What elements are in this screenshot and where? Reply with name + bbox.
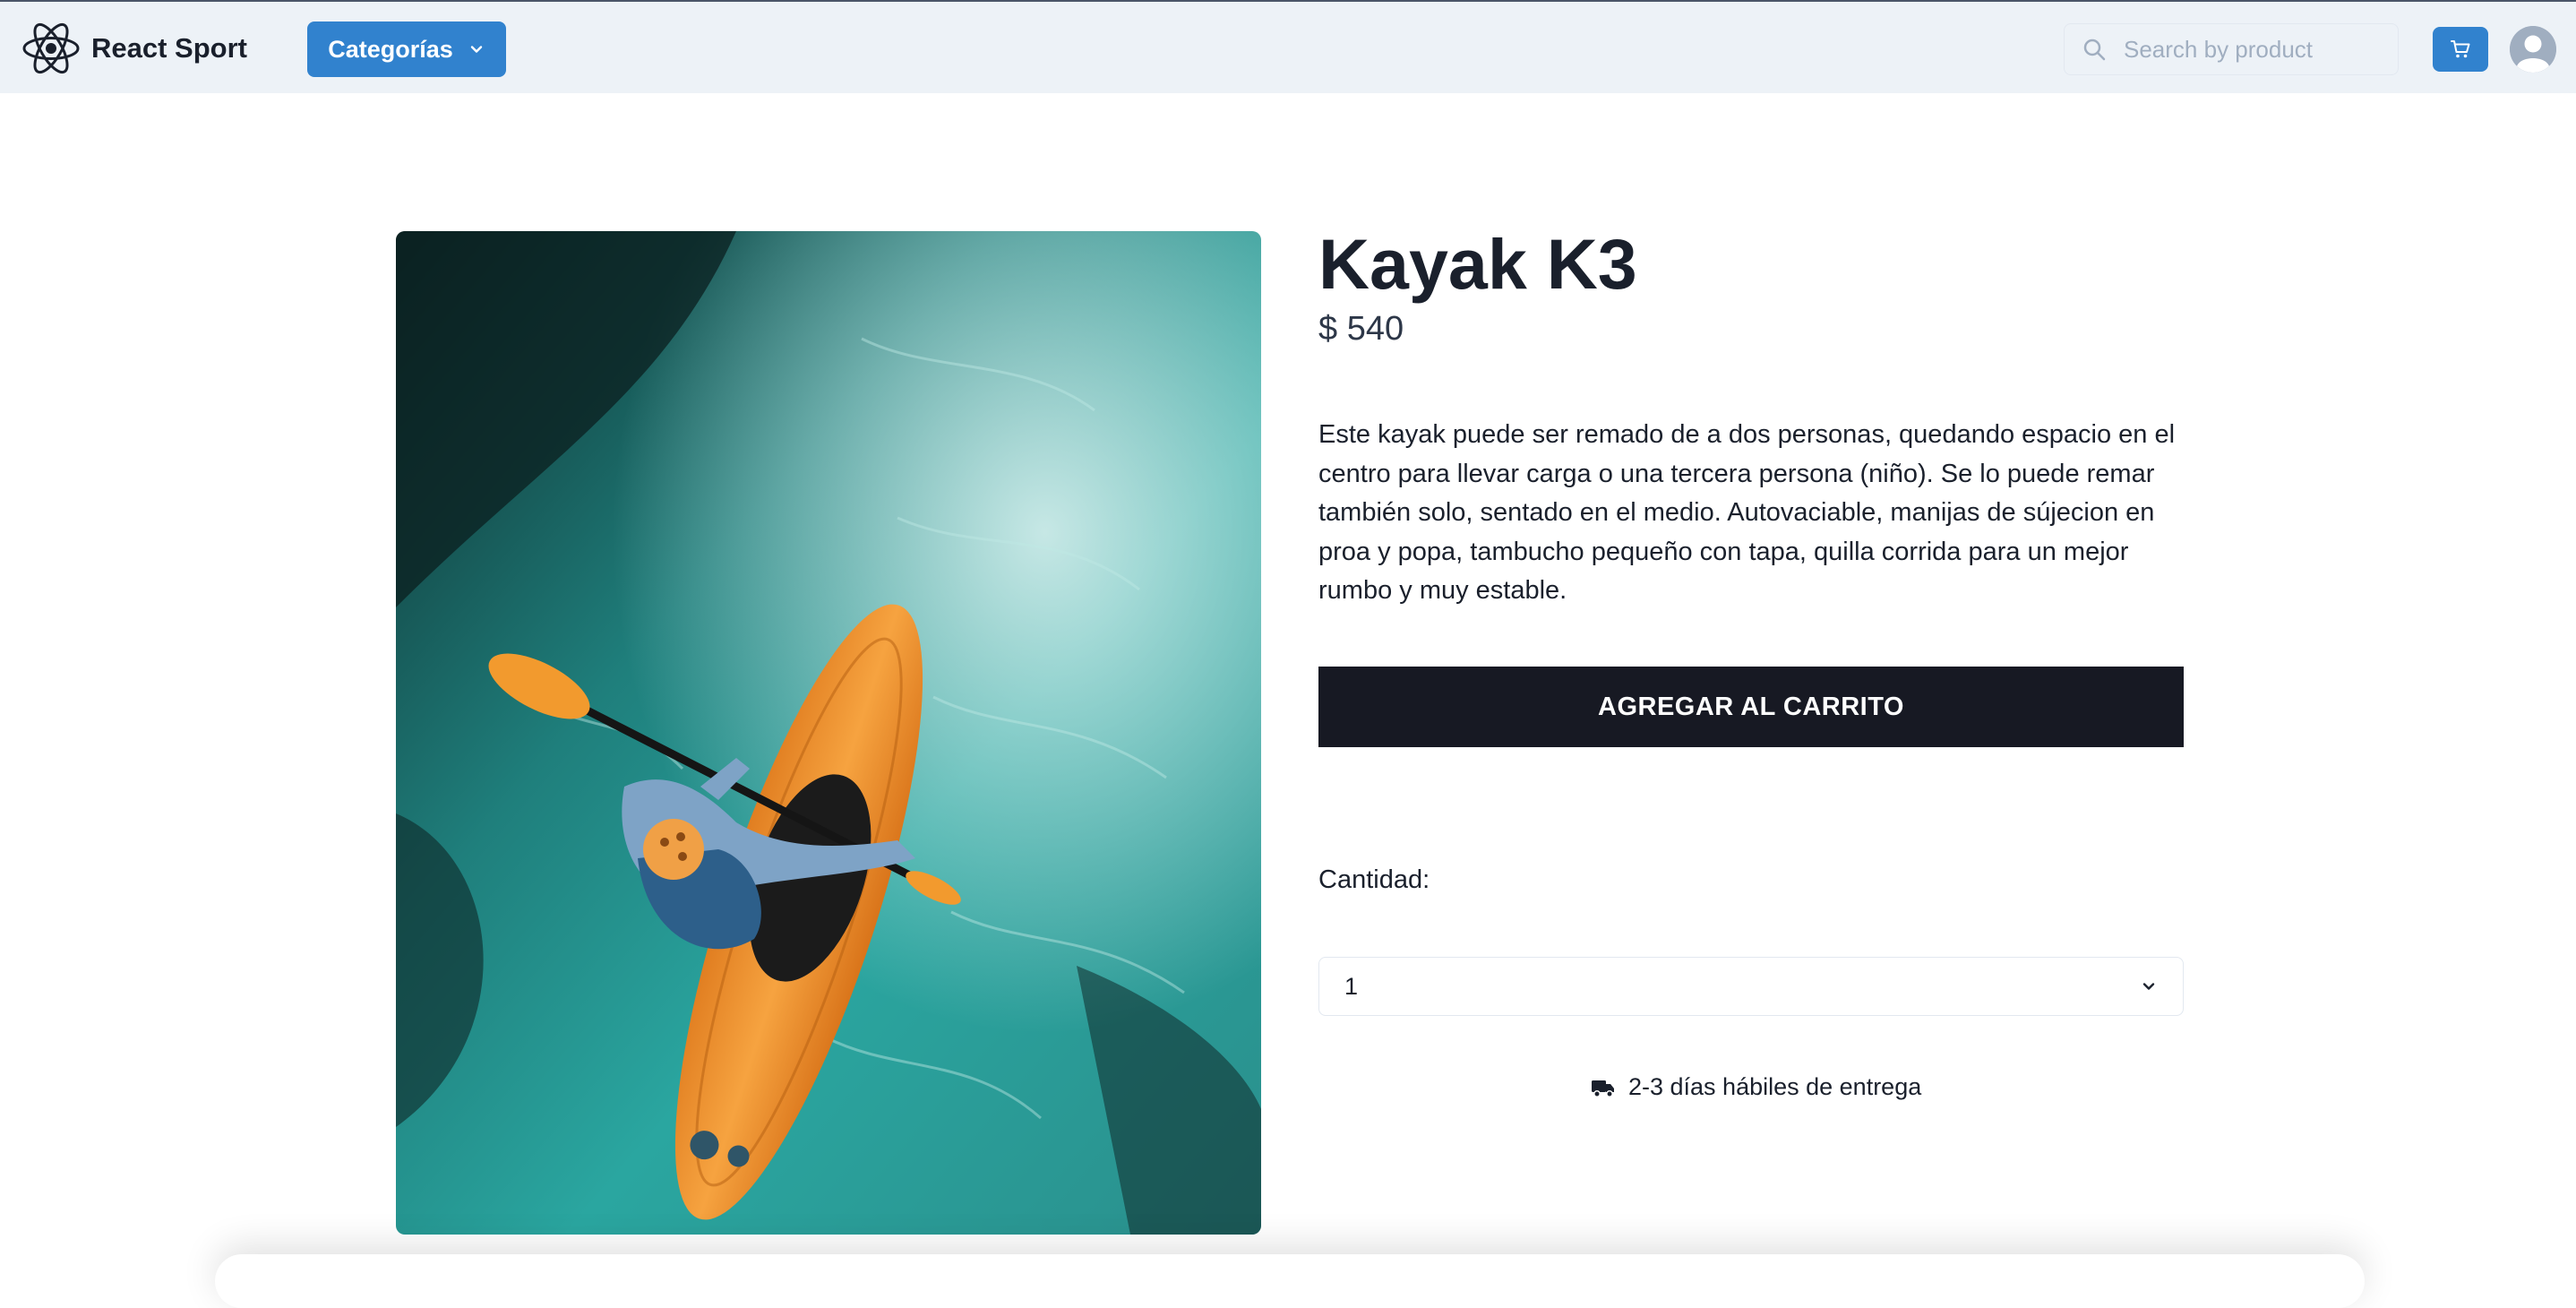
delivery-info: 2-3 días hábiles de entrega bbox=[1591, 1073, 1921, 1101]
quantity-value: 1 bbox=[1344, 972, 1359, 1000]
product-price: $ 540 bbox=[1318, 310, 1404, 348]
truck-icon bbox=[1592, 1080, 1614, 1097]
footer-edge bbox=[215, 1254, 2365, 1308]
product-description: Este kayak puede ser remado de a dos per… bbox=[1318, 420, 2176, 605]
chevron-down-icon bbox=[470, 46, 482, 53]
categories-menu-button[interactable]: Categorías bbox=[307, 22, 506, 77]
add-to-cart-button[interactable]: AGREGAR AL CARRITO bbox=[1318, 667, 2184, 747]
search-box[interactable] bbox=[2064, 23, 2399, 75]
top-navbar: React Sport Categorías bbox=[0, 0, 2576, 93]
cart-icon bbox=[2451, 40, 2470, 58]
product-title: Kayak K3 bbox=[1318, 224, 1637, 304]
quantity-select[interactable]: 1 bbox=[1318, 957, 2184, 1016]
categories-label: Categorías bbox=[328, 35, 453, 63]
brand-name: React Sport bbox=[91, 32, 247, 64]
cart-button[interactable] bbox=[2433, 27, 2488, 72]
quantity-label: Cantidad: bbox=[1318, 865, 1430, 894]
user-avatar[interactable] bbox=[2510, 26, 2556, 73]
search-input[interactable] bbox=[2124, 35, 2392, 64]
chevron-down-icon bbox=[2142, 983, 2155, 990]
brand[interactable]: React Sport bbox=[21, 18, 247, 79]
delivery-text: 2-3 días hábiles de entrega bbox=[1628, 1073, 1922, 1100]
react-atom-icon bbox=[22, 22, 80, 74]
kayak-photo bbox=[396, 231, 1261, 1235]
search-icon bbox=[2083, 39, 2106, 61]
user-avatar-icon bbox=[2510, 26, 2556, 73]
product-image bbox=[396, 231, 1261, 1235]
